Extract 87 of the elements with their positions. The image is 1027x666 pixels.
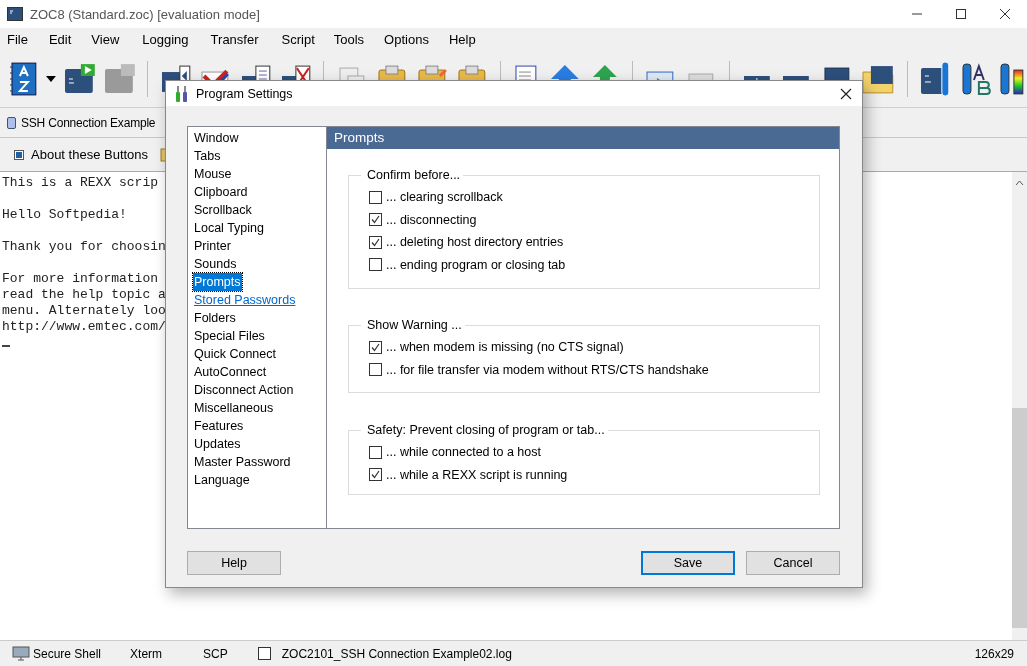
menu-item[interactable]: Logging (135, 31, 196, 47)
category-item[interactable]: Updates (193, 435, 242, 453)
category-item[interactable]: Prompts (193, 273, 242, 291)
connection-type: Secure Shell (33, 646, 102, 661)
menu-item[interactable]: Script (274, 31, 322, 47)
terminal-line: menu. Alternately loo (2, 303, 166, 319)
monitor-icon (12, 645, 30, 662)
category-list[interactable] (187, 126, 327, 529)
close-icon[interactable] (840, 87, 852, 100)
check-icon (371, 215, 380, 225)
caret-icon[interactable] (45, 75, 56, 82)
menu-item[interactable]: Options (377, 31, 436, 47)
category-item[interactable]: AutoConnect (193, 363, 268, 381)
terminal-run-icon[interactable] (63, 63, 96, 94)
group-title: Confirm before... (366, 168, 462, 182)
checkbox[interactable] (369, 363, 382, 377)
test-tube-letters-icon[interactable] (961, 61, 992, 96)
dialog-title: Program Settings (196, 86, 294, 101)
menu-item[interactable]: Help (441, 31, 483, 47)
window-title: ZOC8 (Standard.zoc) [evaluation mode] (30, 6, 261, 22)
menu-item[interactable]: View (84, 31, 127, 47)
panel-header: Prompts (327, 127, 839, 149)
terminal-line: Hello Softpedia! (2, 207, 127, 223)
category-item[interactable]: Local Typing (193, 219, 265, 237)
menu-item[interactable]: Transfer (203, 31, 266, 47)
folder-icon[interactable] (860, 63, 895, 94)
checkbox[interactable] (369, 340, 382, 354)
category-item[interactable]: Disconnect Action (193, 381, 295, 399)
category-item[interactable]: Scrollback (193, 201, 253, 219)
group-title: Show Warning ... (366, 318, 463, 332)
log-checkbox[interactable] (257, 647, 271, 660)
category-item[interactable]: Features (193, 417, 245, 435)
app-icon (7, 6, 23, 22)
transfer-protocol: SCP (203, 646, 228, 661)
group-title: Safety: Prevent closing of program or tab... (366, 423, 606, 437)
dialog-button[interactable]: Help (187, 551, 281, 575)
terminal-line: http://www.emtec.com/ (2, 319, 166, 335)
text-cursor (2, 345, 10, 347)
terminal-line: For more information (2, 271, 159, 287)
tools-icon (175, 85, 189, 102)
dialog-button[interactable]: Cancel (746, 551, 840, 575)
checkbox-label[interactable]: ... ending program or closing tab (386, 257, 566, 272)
scrollbar[interactable] (1012, 172, 1027, 640)
checkbox-label[interactable]: ... clearing scrollback (386, 190, 503, 205)
terminal-line: read the help topic a (2, 287, 166, 303)
category-item[interactable]: Window (193, 129, 240, 147)
category-item[interactable]: Miscellaneous (193, 399, 275, 417)
checkbox[interactable] (369, 235, 382, 249)
checkbox-label[interactable]: ... disconnecting (386, 212, 477, 227)
scroll-up-icon[interactable] (1015, 180, 1024, 186)
category-item[interactable]: Language (193, 471, 251, 489)
terminal-line: This is a REXX scrip (2, 175, 159, 191)
category-item[interactable]: Clipboard (193, 183, 249, 201)
category-item[interactable]: Folders (193, 309, 237, 327)
script-button[interactable]: About these Buttons (14, 147, 149, 162)
category-item[interactable]: Master Password (193, 453, 292, 471)
checkbox[interactable] (369, 445, 382, 459)
maximize-icon[interactable] (955, 8, 967, 20)
category-item[interactable]: Stored Passwords (193, 291, 297, 309)
category-item[interactable]: Mouse (193, 165, 233, 183)
check-icon (371, 237, 380, 247)
checkbox[interactable] (369, 258, 382, 272)
menu-item[interactable]: File (0, 31, 35, 47)
checkbox-label[interactable]: ... deleting host directory entries (386, 235, 564, 250)
checkbox[interactable] (369, 213, 382, 227)
category-item[interactable]: Special Files (193, 327, 266, 345)
close-icon[interactable] (999, 8, 1011, 20)
check-icon (371, 470, 380, 480)
category-item[interactable]: Quick Connect (193, 345, 277, 363)
checkbox[interactable] (369, 468, 382, 482)
address-book-icon[interactable] (10, 61, 38, 96)
category-item[interactable]: Tabs (193, 147, 222, 165)
check-icon (371, 342, 380, 352)
checkbox-label[interactable]: ... for file transfer via modem without RTS/CTS handshake (386, 362, 709, 377)
log-file-name: ZOC2101_SSH Connection Example02.log (281, 646, 512, 661)
category-item[interactable]: Sounds (193, 255, 238, 273)
category-item[interactable]: Printer (193, 237, 232, 255)
emulation-type: Xterm (130, 646, 163, 661)
menu-item[interactable]: Tools (326, 31, 372, 47)
checkbox-label[interactable]: ... while connected to a host (386, 445, 541, 460)
terminal-size: 126x29 (974, 646, 1014, 661)
menu-item[interactable]: Edit (41, 31, 79, 47)
checkbox-label[interactable]: ... while a REXX script is running (386, 467, 568, 482)
checkbox-label[interactable]: ... when modem is missing (no CTS signal) (386, 340, 624, 355)
checkbox[interactable] (369, 190, 382, 204)
dialog-button[interactable]: Save (641, 551, 735, 575)
terminal-line: Thank you for choosin (2, 239, 166, 255)
